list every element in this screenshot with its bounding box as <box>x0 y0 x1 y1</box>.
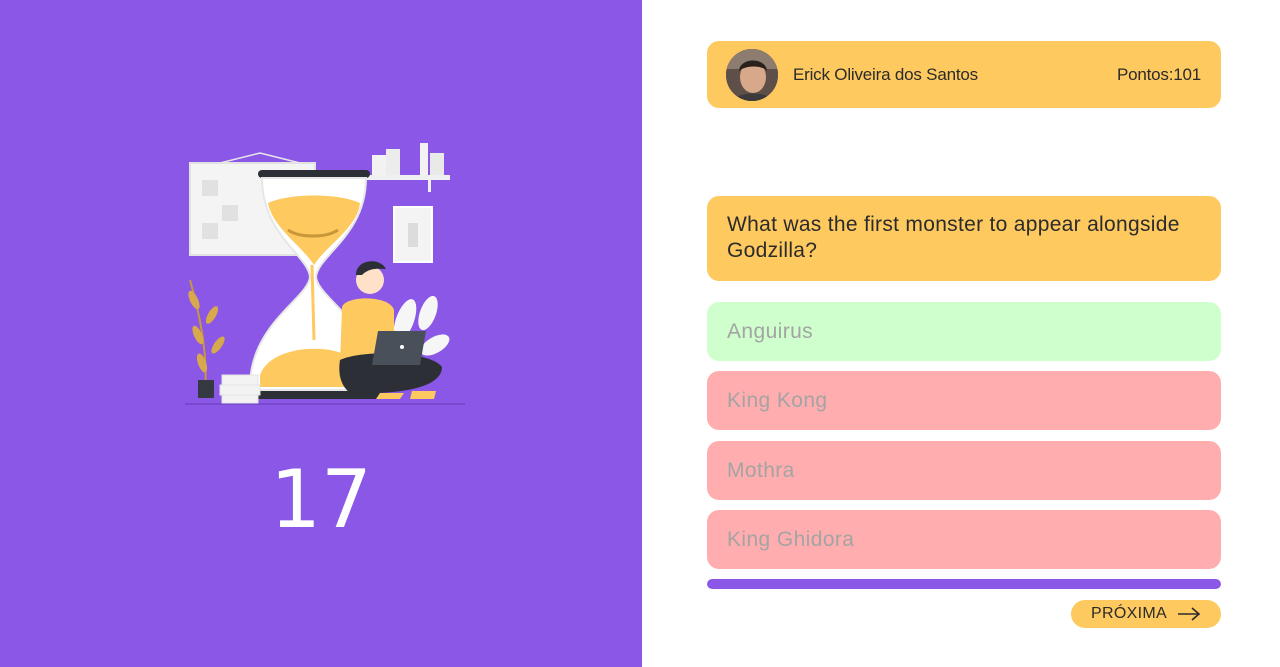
answer-option-1[interactable]: Anguirus <box>707 302 1221 361</box>
hourglass-illustration <box>185 143 465 405</box>
score-display: Pontos:101 <box>1116 64 1201 84</box>
answer-label: King Ghidora <box>727 527 855 551</box>
user-info-bar: Erick Oliveira dos Santos Pontos:101 <box>707 41 1221 108</box>
question-card: What was the first monster to appear alo… <box>707 196 1221 281</box>
answer-option-4[interactable]: King Ghidora <box>707 510 1221 569</box>
user-photo <box>726 48 778 101</box>
progress-bar <box>707 579 1221 589</box>
answer-label: King Kong <box>727 388 828 412</box>
answer-option-2[interactable]: King Kong <box>707 371 1221 430</box>
next-button[interactable]: PRÓXIMA <box>1071 600 1221 628</box>
answer-label: Mothra <box>727 458 795 482</box>
avatar <box>726 48 778 101</box>
countdown-timer: 17 <box>270 453 372 546</box>
answer-label: Anguirus <box>727 319 814 343</box>
next-button-label: PRÓXIMA <box>1091 605 1167 622</box>
answer-option-3[interactable]: Mothra <box>707 441 1221 500</box>
progress-fill <box>707 579 1221 589</box>
timer-panel: 17 <box>0 0 642 667</box>
question-text: What was the first monster to appear alo… <box>727 213 1180 262</box>
user-name: Erick Oliveira dos Santos <box>793 64 978 84</box>
arrow-right-icon <box>1177 607 1201 621</box>
